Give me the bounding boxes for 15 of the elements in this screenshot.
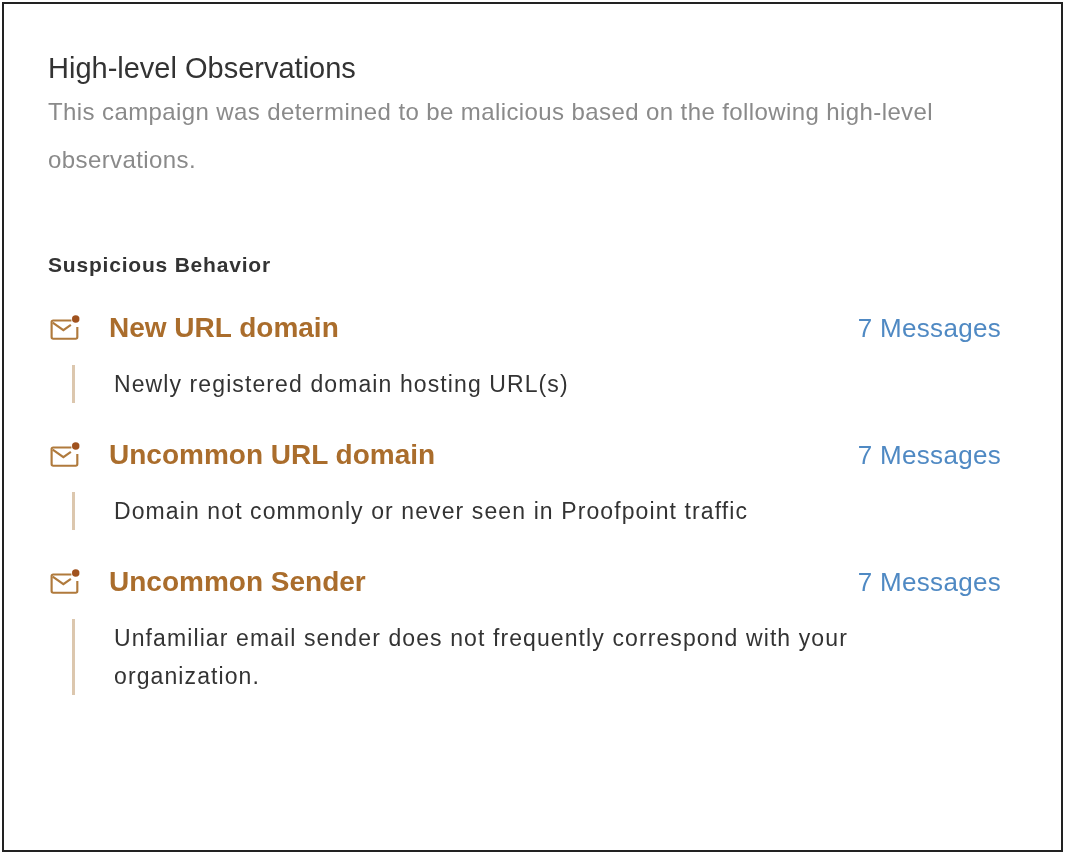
observation-title: New URL domain bbox=[109, 312, 340, 344]
messages-link[interactable]: 7 Messages bbox=[857, 439, 1001, 471]
observation-title: Uncommon URL domain bbox=[109, 439, 437, 471]
mail-icon bbox=[50, 441, 80, 469]
messages-link[interactable]: 7 Messages bbox=[857, 566, 1001, 598]
panel-description: This campaign was determined to be malicious based on the following high-level observations. bbox=[48, 97, 934, 175]
observation-detail: Newly registered domain hosting URL(s) bbox=[72, 365, 994, 403]
observation-detail: Domain not commonly or never seen in Proofpoint traffic bbox=[72, 492, 994, 530]
section-heading: Suspicious Behavior bbox=[48, 252, 272, 278]
messages-link[interactable]: 7 Messages bbox=[857, 312, 1001, 344]
mail-icon bbox=[50, 314, 80, 342]
panel-title: High-level Observations bbox=[48, 51, 357, 86]
mail-icon bbox=[50, 568, 80, 596]
observation-detail: Unfamiliar email sender does not frequently correspond with your organization. bbox=[72, 619, 994, 695]
observation-title: Uncommon Sender bbox=[109, 566, 367, 598]
